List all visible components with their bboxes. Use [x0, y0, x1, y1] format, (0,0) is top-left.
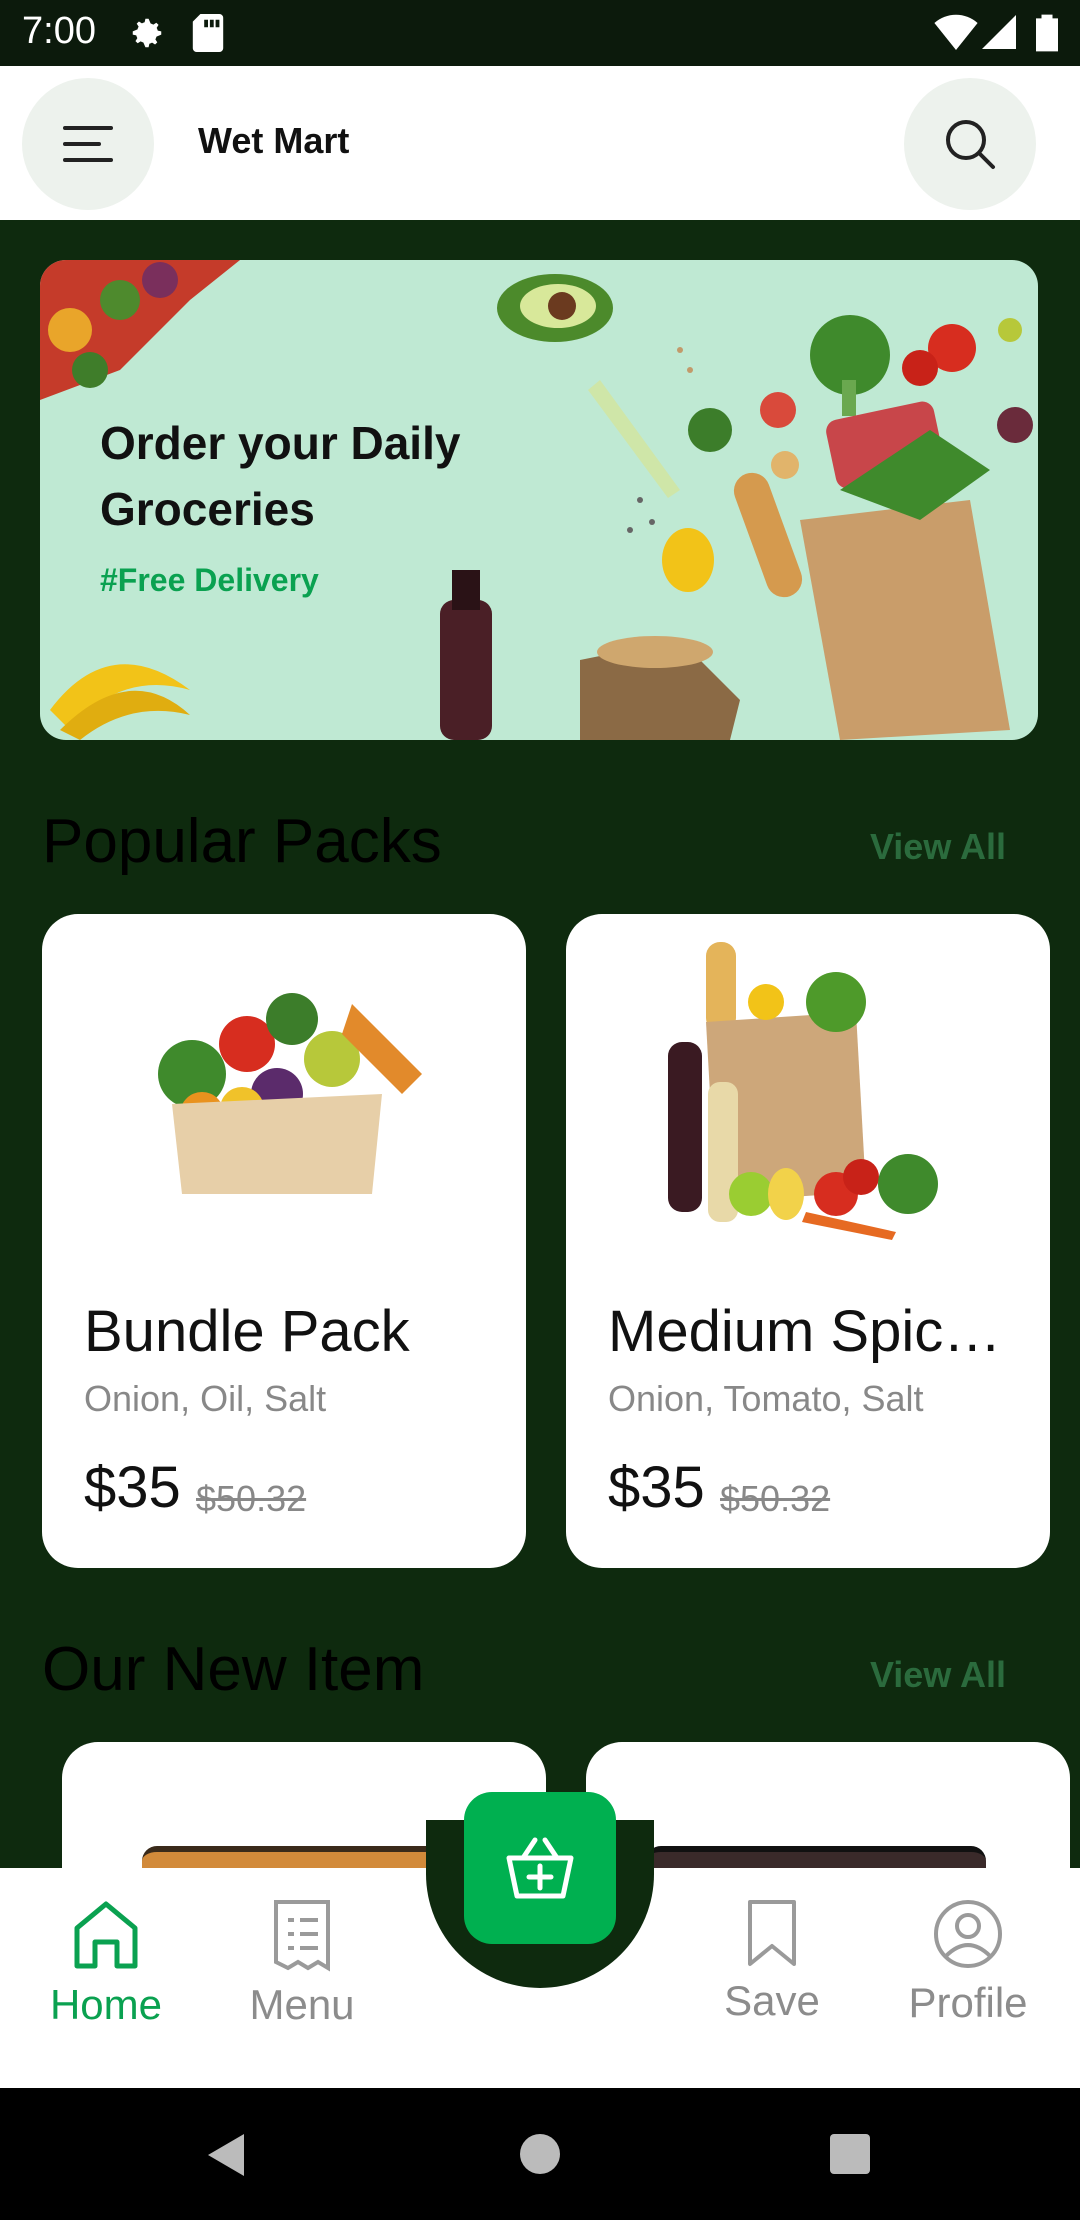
- status-time: 7:00: [22, 10, 96, 52]
- product-card[interactable]: Bundle Pack Onion, Oil, Salt $35 $50.32: [42, 914, 526, 1568]
- nav-menu[interactable]: Menu: [222, 1898, 382, 2029]
- product-image: [646, 1846, 986, 1868]
- nav-save-label: Save: [724, 1977, 820, 2024]
- nav-home[interactable]: Home: [26, 1898, 186, 2029]
- basket-add-icon: [506, 1837, 574, 1899]
- system-nav-bar: [0, 2088, 1080, 2220]
- app-title: Wet Mart: [198, 120, 350, 161]
- status-bar: 7:00: [0, 0, 1080, 66]
- nav-save[interactable]: Save: [692, 1898, 852, 2025]
- product-card[interactable]: Medium Spic… Onion, Tomato, Salt $35 $50…: [566, 914, 1050, 1568]
- bookmark-icon: [748, 1900, 796, 1966]
- product-old-price: $50.32: [720, 1478, 831, 1519]
- search-button[interactable]: [904, 78, 1036, 210]
- nav-menu-label: Menu: [249, 1981, 355, 2028]
- product-price: $35: [608, 1455, 705, 1520]
- back-icon[interactable]: [206, 2132, 246, 2178]
- wifi-icon: [934, 14, 978, 55]
- top-app-bar: Wet Mart: [0, 66, 1080, 220]
- signal-icon: [982, 14, 1016, 55]
- menu-button[interactable]: [22, 78, 154, 210]
- groceries-illustration: [40, 260, 1033, 740]
- sd-card-icon: [192, 14, 224, 57]
- receipt-icon: [274, 1900, 330, 1972]
- veggie-box-image: [158, 993, 422, 1194]
- grocery-bag-image: [668, 942, 938, 1240]
- new-items-view-all-link[interactable]: View All: [870, 1654, 1006, 1696]
- product-name: Bundle Pack: [84, 1299, 410, 1364]
- new-items-title: Our New Item: [42, 1635, 425, 1704]
- product-description: Onion, Tomato, Salt: [608, 1378, 924, 1419]
- home-content[interactable]: Order your Daily Groceries #Free Deliver…: [0, 220, 1080, 1868]
- nav-profile[interactable]: Profile: [888, 1898, 1048, 2027]
- hamburger-icon: [63, 126, 113, 162]
- new-item-card[interactable]: [586, 1742, 1070, 1868]
- product-old-price: $50.32: [196, 1478, 307, 1519]
- search-icon: [946, 120, 995, 169]
- product-name: Medium Spic…: [608, 1299, 1002, 1364]
- home-icon: [74, 1901, 138, 1969]
- profile-icon: [934, 1900, 1002, 1968]
- nav-home-label: Home: [49, 1981, 163, 2028]
- product-image: [142, 1846, 466, 1868]
- promo-banner[interactable]: Order your Daily Groceries #Free Deliver…: [40, 260, 1038, 740]
- nav-profile-label: Profile: [908, 1979, 1028, 2026]
- settings-icon: [128, 14, 166, 57]
- recents-icon[interactable]: [830, 2134, 870, 2174]
- battery-icon: [1036, 14, 1058, 57]
- cart-fab-button[interactable]: [464, 1792, 616, 1944]
- product-description: Onion, Oil, Salt: [84, 1378, 327, 1419]
- home-circle-icon[interactable]: [520, 2134, 560, 2174]
- popular-view-all-link[interactable]: View All: [870, 826, 1006, 868]
- product-price: $35: [84, 1455, 181, 1520]
- popular-packs-title: Popular Packs: [42, 807, 442, 876]
